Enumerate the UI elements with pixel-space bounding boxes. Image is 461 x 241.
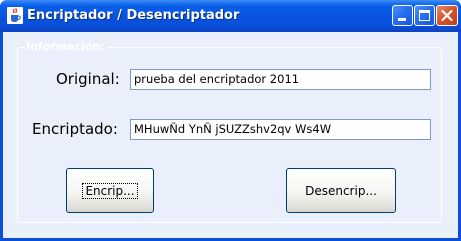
original-text-field[interactable]: prueba del encriptador 2011 [130, 69, 431, 90]
close-button[interactable] [436, 5, 458, 26]
encrip-button-label: Encrip... [82, 182, 138, 199]
original-label: Original: [56, 70, 120, 88]
java-cup-icon [7, 7, 23, 24]
close-icon [441, 9, 453, 22]
encrip-button[interactable]: Encrip... [66, 168, 154, 213]
title-bar[interactable]: Encriptador / Desencriptador [0, 0, 461, 32]
minimize-button[interactable] [392, 5, 413, 26]
desencrip-button[interactable]: Desencrip... [286, 168, 396, 213]
window-title: Encriptador / Desencriptador [27, 8, 240, 23]
maximize-icon [419, 10, 430, 21]
group-title: Información: [24, 40, 107, 53]
minimize-icon [398, 18, 406, 21]
encriptado-text-field[interactable]: MHuwÑd YnÑ jSUZZshv2qv Ws4W [130, 119, 431, 140]
encriptado-label: Encriptado: [32, 120, 118, 138]
desencrip-button-label: Desencrip... [305, 183, 377, 198]
maximize-button[interactable] [414, 5, 435, 26]
